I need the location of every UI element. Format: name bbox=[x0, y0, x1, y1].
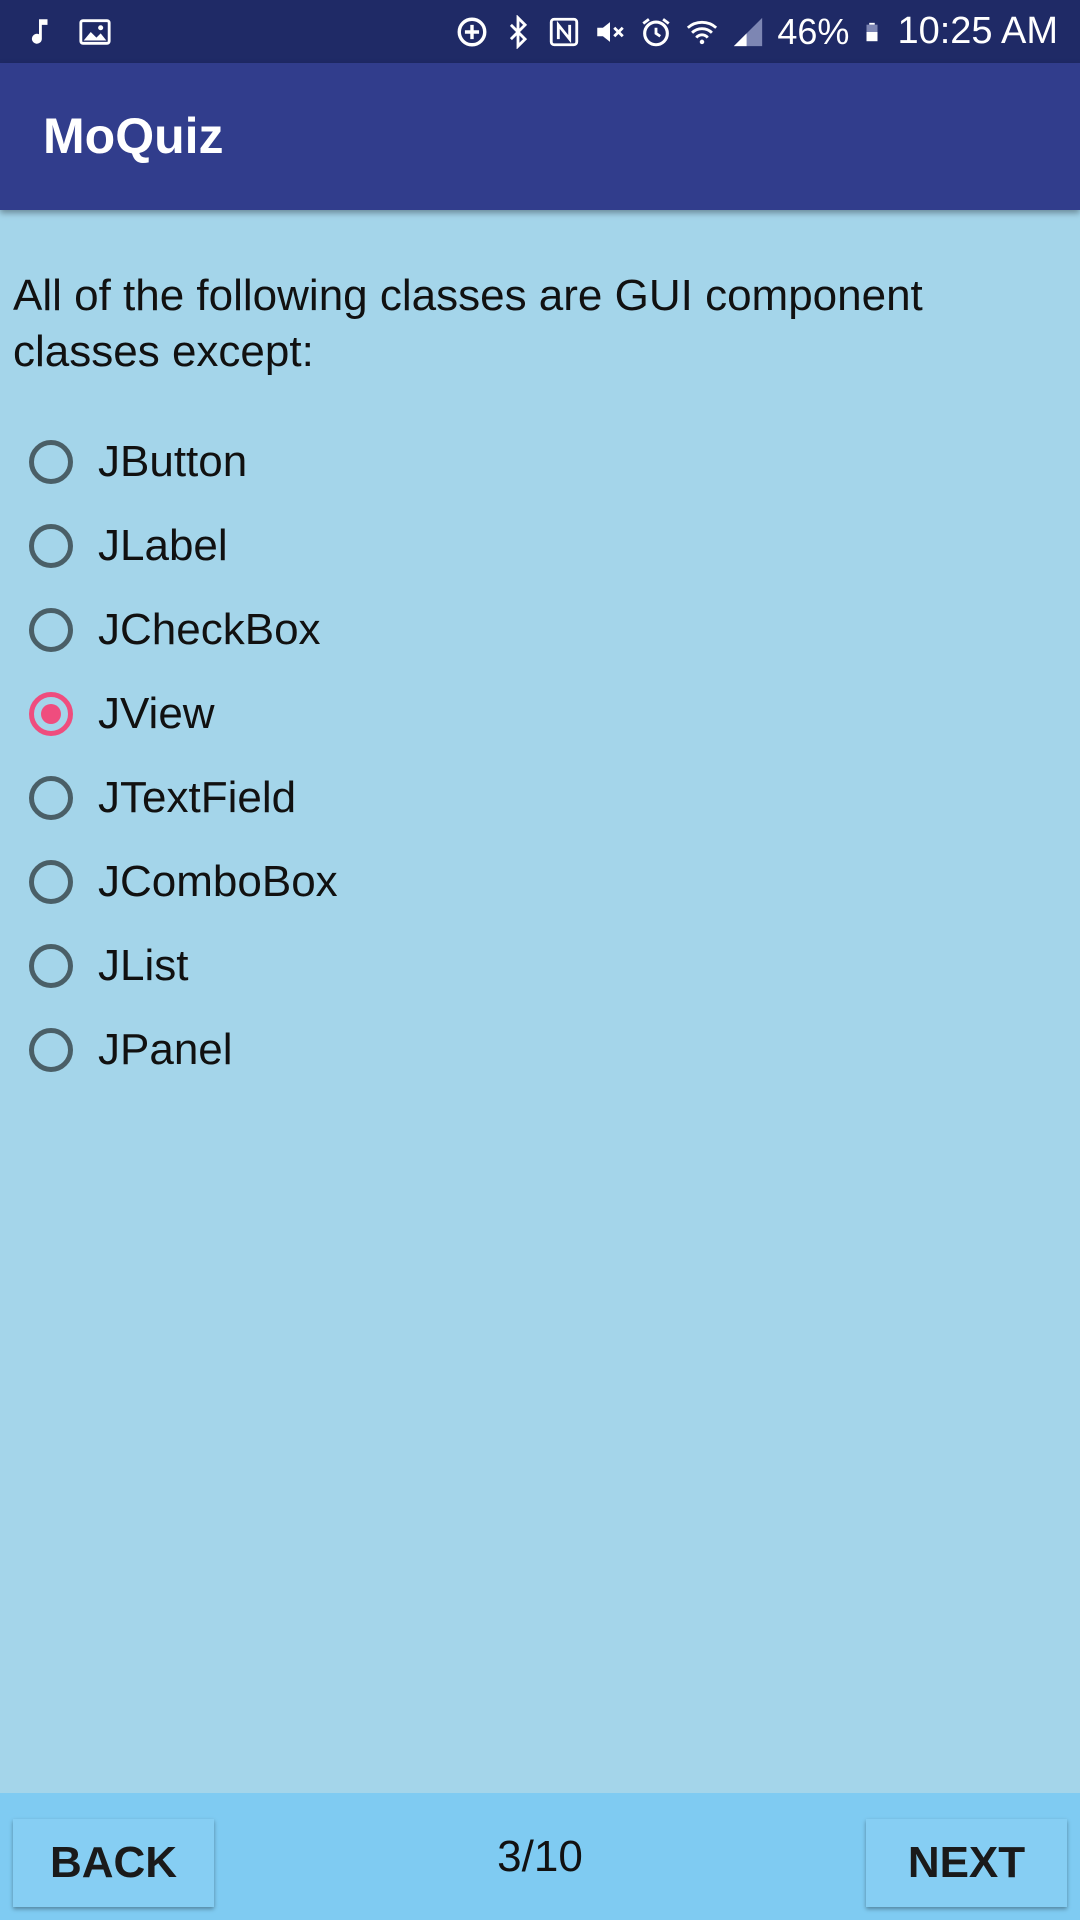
radio-button[interactable] bbox=[29, 1028, 73, 1072]
status-right-icons: 46% 10:25 AM bbox=[443, 10, 1058, 53]
option-label: JLabel bbox=[98, 521, 228, 570]
radio-button-selected[interactable] bbox=[29, 692, 73, 736]
option-jtextfield[interactable]: JTextField bbox=[0, 756, 1080, 840]
option-label: JComboBox bbox=[98, 857, 338, 906]
mute-icon bbox=[597, 21, 625, 42]
bluetooth-icon bbox=[510, 14, 528, 49]
radio-button[interactable] bbox=[29, 440, 73, 484]
battery-percent: 46% bbox=[777, 10, 850, 52]
option-jpanel[interactable]: JPanel bbox=[0, 1008, 1080, 1092]
status-left-icons bbox=[22, 15, 134, 49]
signal-icon bbox=[734, 17, 763, 46]
bottom-nav-bar: BACK NEXT bbox=[0, 1793, 1080, 1920]
option-jcheckbox[interactable]: JCheckBox bbox=[0, 588, 1080, 672]
wifi-icon bbox=[687, 20, 718, 44]
radio-button[interactable] bbox=[29, 524, 73, 568]
option-jlabel[interactable]: JLabel bbox=[0, 504, 1080, 588]
radio-button[interactable] bbox=[29, 944, 73, 988]
radio-button[interactable] bbox=[29, 608, 73, 652]
option-jview[interactable]: JView bbox=[0, 672, 1080, 756]
battery-icon bbox=[866, 22, 878, 41]
radio-button[interactable] bbox=[29, 860, 73, 904]
option-label: JPanel bbox=[98, 1025, 233, 1074]
status-bar: 46% 10:25 AM bbox=[0, 0, 1080, 63]
option-label: JCheckBox bbox=[98, 605, 321, 654]
data-saver-icon bbox=[457, 17, 487, 46]
radio-button[interactable] bbox=[29, 776, 73, 820]
clock: 10:25 AM bbox=[897, 10, 1058, 52]
answer-options: JButton JLabel JCheckBox JView JTextFiel… bbox=[0, 420, 1080, 1092]
app-bar: MoQuiz bbox=[0, 63, 1080, 210]
option-jbutton[interactable]: JButton bbox=[0, 420, 1080, 504]
next-button[interactable]: NEXT bbox=[866, 1819, 1067, 1907]
option-label: JButton bbox=[98, 437, 248, 486]
option-label: JTextField bbox=[98, 773, 297, 822]
app-title: MoQuiz bbox=[43, 108, 224, 164]
question-text: All of the following classes are GUI com… bbox=[13, 271, 923, 376]
option-jlist[interactable]: JList bbox=[0, 924, 1080, 1008]
option-jcombobox[interactable]: JComboBox bbox=[0, 840, 1080, 924]
alarm-icon bbox=[642, 17, 670, 46]
nfc-icon bbox=[550, 17, 579, 46]
back-button[interactable]: BACK bbox=[13, 1819, 214, 1907]
image-icon bbox=[79, 18, 111, 45]
option-label: JView bbox=[98, 689, 215, 738]
option-label: JList bbox=[98, 941, 189, 990]
music-note-icon bbox=[31, 18, 48, 44]
